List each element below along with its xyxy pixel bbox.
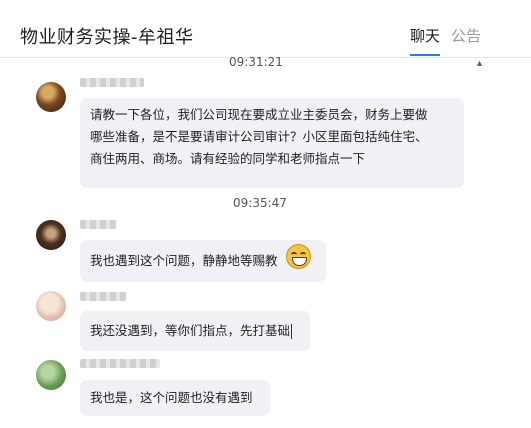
sender-name-blurred <box>80 220 116 229</box>
scroll-up-icon[interactable]: ▴ <box>477 58 482 69</box>
sender-name-blurred <box>80 78 144 87</box>
message-timestamp: 09:35:47 <box>233 196 287 210</box>
message-line: 请教一下各位，我们公司现在要成立业主委员会，财务上要做 <box>90 107 428 122</box>
tab-notice[interactable]: 公告 <box>451 25 481 46</box>
sender-name-blurred <box>80 292 126 301</box>
avatar[interactable] <box>36 360 66 390</box>
message-text: 我还没遇到，等你们指点，先打基础 <box>90 323 291 338</box>
message-line: 商住两用、商场。请有经验的同学和老师指点一下 <box>90 151 366 166</box>
avatar[interactable] <box>36 291 66 321</box>
avatar[interactable] <box>36 82 66 112</box>
tab-chat[interactable]: 聊天 <box>410 25 440 46</box>
avatar[interactable] <box>36 220 66 250</box>
active-tab-indicator <box>410 54 440 56</box>
message-line: 哪些准备，是不是要请审计公司审计？小区里面包括纯住宅、 <box>90 129 428 144</box>
text-cursor <box>291 324 293 339</box>
grin-face-icon <box>286 244 311 269</box>
message-text: 我也是，这个问题也没有遇到 <box>90 390 253 405</box>
sender-name-blurred <box>80 359 160 368</box>
message-text: 我也遇到这个问题，静静地等赐教 <box>90 253 278 268</box>
message-bubble: 我也是，这个问题也没有遇到 <box>80 380 270 416</box>
chat-header: 物业财务实操-牟祖华 聊天 公告 <box>0 0 531 58</box>
message-timestamp: 09:31:21 <box>229 55 283 69</box>
group-title: 物业财务实操-牟祖华 <box>20 27 194 48</box>
message-bubble: 我还没遇到，等你们指点，先打基础 <box>80 311 310 351</box>
message-bubble: 请教一下各位，我们公司现在要成立业主委员会，财务上要做 哪些准备，是不是要请审计… <box>80 98 464 188</box>
